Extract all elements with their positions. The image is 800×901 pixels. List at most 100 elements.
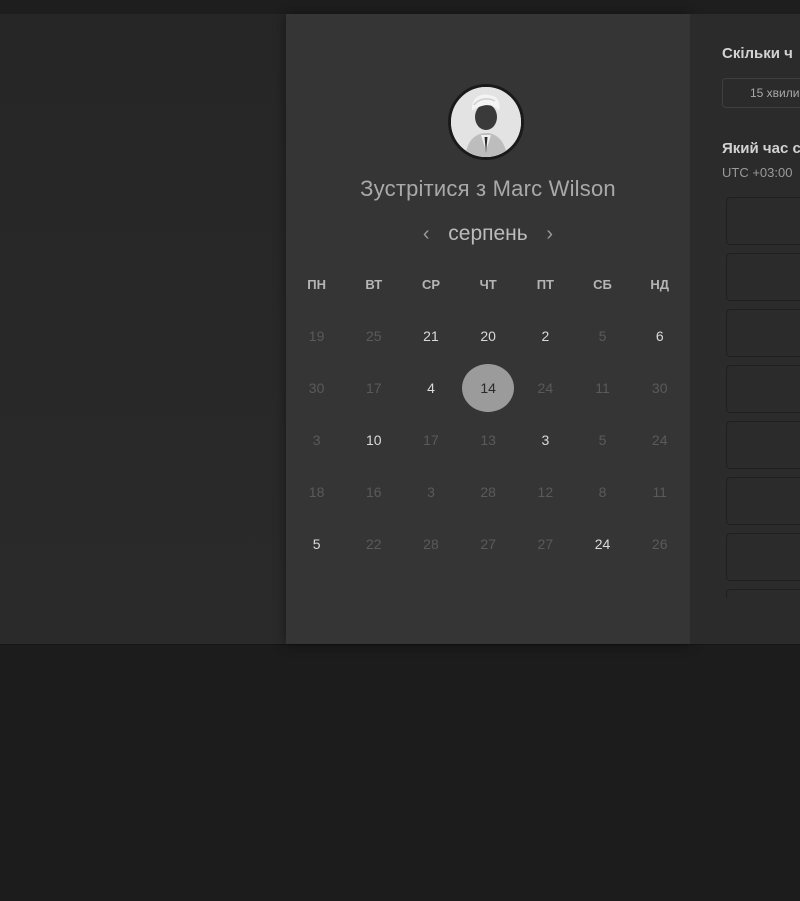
calendar-day-number: 24: [651, 432, 668, 448]
calendar-day-number: 8: [598, 484, 607, 500]
time-slot-button[interactable]: [726, 309, 800, 357]
calendar-day: 17: [402, 414, 459, 466]
calendar-day: 27: [460, 518, 517, 570]
calendar-day-number: 11: [595, 380, 610, 396]
calendar-day[interactable]: 10: [345, 414, 402, 466]
left-panel: [0, 14, 286, 644]
calendar-day-number: 5: [598, 432, 607, 448]
time-slot-button[interactable]: [726, 533, 800, 581]
calendar-day-number: 28: [480, 484, 496, 500]
weekday-label: СБ: [593, 277, 612, 292]
calendar-day-number: 6: [655, 328, 664, 344]
calendar-day-number: 21: [423, 328, 439, 344]
time-slot-button[interactable]: [726, 253, 800, 301]
calendar-day-number: 17: [423, 432, 439, 448]
calendar-day: 8: [574, 466, 631, 518]
calendar-day-number: 5: [312, 536, 321, 552]
calendar-day-number: 30: [308, 380, 325, 396]
calendar-day-number: 24: [537, 380, 554, 396]
weekday-label: СР: [421, 277, 440, 292]
calendar-day: 11: [574, 362, 631, 414]
calendar-day-number: 20: [480, 328, 496, 344]
calendar-day: 22: [345, 518, 402, 570]
calendar-day: 19: [288, 310, 345, 362]
calendar-day: 24: [517, 362, 574, 414]
calendar-day-number: 3: [541, 432, 550, 448]
calendar-day: 17: [345, 362, 402, 414]
calendar-day-number: 17: [365, 380, 382, 396]
avatar: [448, 84, 524, 160]
weekday-label: НД: [650, 277, 670, 292]
calendar-day-number: 27: [480, 536, 496, 552]
calendar-day-number: 24: [594, 536, 611, 552]
calendar-day-number: 2: [541, 328, 550, 344]
time-slot-button[interactable]: [726, 477, 800, 525]
weekday-label: ПТ: [536, 277, 554, 292]
weekday-label: ВТ: [365, 277, 383, 292]
month-navigation: ‹ серпень ›: [286, 220, 690, 248]
calendar-day[interactable]: 20: [460, 310, 517, 362]
calendar-day[interactable]: 24: [574, 518, 631, 570]
calendar-day-number: 27: [537, 536, 554, 552]
calendar-day: 11: [631, 466, 688, 518]
scheduling-sidebar: Скільки ч 15 хвили Який час с UTC +03:00: [690, 14, 800, 644]
calendar-day[interactable]: 2: [517, 310, 574, 362]
chevron-right-icon[interactable]: ›: [542, 223, 558, 246]
time-heading: Який час с: [722, 140, 800, 157]
calendar-day-number: 14: [462, 364, 515, 412]
calendar-day-number: 3: [312, 432, 321, 448]
calendar-day: 30: [631, 362, 688, 414]
calendar-day: 5: [574, 310, 631, 362]
calendar-day-number: 4: [427, 380, 435, 396]
calendar-day: 3: [288, 414, 345, 466]
calendar-day: 12: [517, 466, 574, 518]
calendar-day-number: 5: [598, 328, 607, 344]
weekday-header: ПН ВТ СР ЧТ ПТ СБ НД: [288, 277, 690, 293]
calendar-day-number: 12: [537, 484, 554, 500]
calendar-day-number: 10: [365, 432, 382, 448]
booking-calendar-card: Зустрітися з Marc Wilson ‹ серпень › ПН В…: [286, 14, 690, 644]
person-portrait-icon: [451, 87, 521, 157]
calendar-day: 27: [517, 518, 574, 570]
time-slot-button[interactable]: [726, 365, 800, 413]
time-slot-button[interactable]: [726, 421, 800, 469]
calendar-day-number: 13: [480, 432, 496, 448]
calendar-day: 13: [460, 414, 517, 466]
calendar-day: 5: [574, 414, 631, 466]
calendar-day[interactable]: 6: [631, 310, 688, 362]
calendar-day[interactable]: 3: [517, 414, 574, 466]
calendar-day: 24: [631, 414, 688, 466]
calendar-day: 3: [402, 466, 459, 518]
calendar-day-number: 16: [365, 484, 382, 500]
calendar-day: 30: [288, 362, 345, 414]
calendar-day-selected[interactable]: 14: [460, 362, 517, 414]
calendar-day-number: 25: [365, 328, 382, 344]
weekday-label: ПН: [307, 277, 326, 292]
calendar-day-number: 3: [427, 484, 435, 500]
timezone-label[interactable]: UTC +03:00: [722, 165, 792, 180]
time-slot-button[interactable]: [726, 197, 800, 245]
duration-heading: Скільки ч: [722, 45, 793, 62]
month-label: серпень: [448, 222, 528, 245]
calendar-day-number: 19: [308, 328, 325, 344]
calendar-days-grid: 19 25 21 20 2 5 6 30 17 4 14 24 11 30 3 10 17 13 3 5 24 18 16 3…: [288, 310, 690, 570]
calendar-day: 25: [345, 310, 402, 362]
chevron-left-icon[interactable]: ‹: [418, 223, 434, 246]
calendar-day[interactable]: 4: [402, 362, 459, 414]
calendar-day-number: 26: [651, 536, 668, 552]
calendar-day-number: 11: [652, 484, 667, 500]
page-footer-area: [0, 644, 800, 901]
calendar-day: 28: [402, 518, 459, 570]
calendar-day[interactable]: 5: [288, 518, 345, 570]
time-slot-button[interactable]: [726, 589, 800, 599]
duration-select[interactable]: 15 хвили: [722, 78, 800, 108]
calendar-day-number: 22: [365, 536, 382, 552]
calendar-day[interactable]: 21: [402, 310, 459, 362]
calendar-day: 26: [631, 518, 688, 570]
top-bar: [0, 0, 800, 14]
calendar-day-number: 28: [423, 536, 439, 552]
calendar-day: 28: [460, 466, 517, 518]
calendar-day: 16: [345, 466, 402, 518]
calendar-day-number: 18: [308, 484, 325, 500]
weekday-label: ЧТ: [479, 277, 497, 292]
